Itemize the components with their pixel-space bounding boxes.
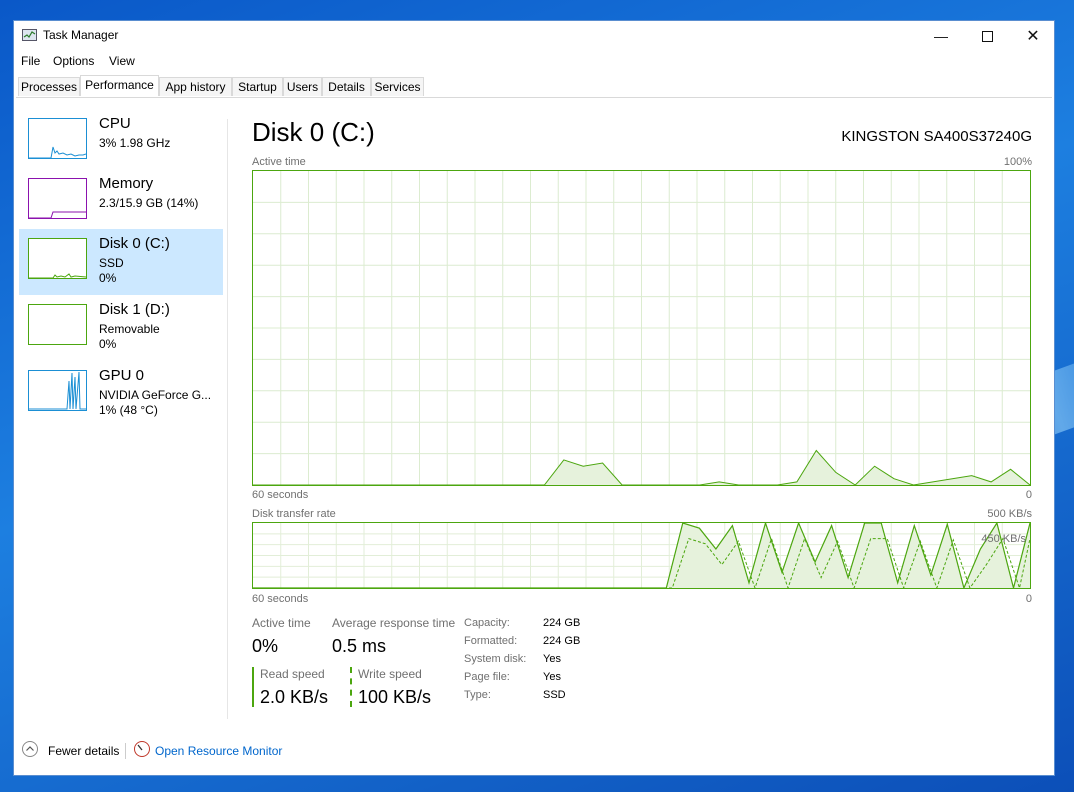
avg-response-label: Average response time <box>332 616 456 630</box>
sidebar-cpu-line1: 3% 1.98 GHz <box>99 136 171 150</box>
sidebar-item-gpu-0[interactable]: GPU 0 NVIDIA GeForce G... 1% (48 °C) <box>19 361 223 427</box>
sidebar-item-disk-0[interactable]: Disk 0 (C:) SSD 0% <box>19 229 223 295</box>
sidebar-disk1-line2: 0% <box>99 337 117 351</box>
transfer-graph-time: 60 seconds <box>252 593 309 605</box>
active-time-graph-label: Active time <box>252 156 306 168</box>
memory-thumbnail-graph <box>28 178 87 219</box>
active-time-graph-min: 0 <box>1025 489 1032 501</box>
page-file-value: Yes <box>543 671 561 683</box>
sidebar-disk1-name: Disk 1 (D:) <box>99 301 170 318</box>
write-speed-value: 100 KB/s <box>358 687 432 707</box>
cpu-thumbnail-graph <box>28 118 87 159</box>
read-speed-label: Read speed <box>260 667 325 681</box>
sidebar-disk0-name: Disk 0 (C:) <box>99 235 170 252</box>
page-file-label: Page file: <box>464 671 510 683</box>
write-speed-legend-bar <box>350 667 352 707</box>
capacity-value: 224 GB <box>543 617 581 629</box>
read-speed-legend-bar <box>252 667 254 707</box>
sidebar-gpu-line2: 1% (48 °C) <box>99 403 158 417</box>
tab-users[interactable]: Users <box>283 77 322 96</box>
gpu-thumbnail-graph <box>28 370 87 411</box>
fewer-details-chevron-icon[interactable] <box>22 741 38 757</box>
sidebar-item-disk-1[interactable]: Disk 1 (D:) Removable 0% <box>19 295 223 361</box>
transfer-graph-label: Disk transfer rate <box>252 508 336 520</box>
sidebar-gpu-name: GPU 0 <box>99 367 145 384</box>
system-disk-value: Yes <box>543 653 561 665</box>
active-time-graph <box>252 170 1031 486</box>
disk-model: KINGSTON SA400S37240G <box>841 128 1032 145</box>
open-resource-monitor-link[interactable]: Open Resource Monitor <box>155 744 282 758</box>
tab-performance[interactable]: Performance <box>80 75 159 96</box>
window-title: Task Manager <box>43 28 119 42</box>
maximize-icon <box>981 30 993 42</box>
tab-services[interactable]: Services <box>371 77 424 96</box>
title-bar: Task Manager — ✕ <box>14 21 1054 51</box>
active-time-chart <box>253 171 1031 486</box>
tab-strip: Processes Performance App history Startu… <box>16 75 1052 98</box>
type-value: SSD <box>543 689 566 701</box>
minimize-icon: — <box>934 28 948 44</box>
sidebar-item-memory[interactable]: Memory 2.3/15.9 GB (14%) <box>19 169 223 235</box>
read-speed-value: 2.0 KB/s <box>260 687 329 707</box>
maximize-button[interactable] <box>964 21 1010 51</box>
disk0-thumbnail-graph <box>28 238 87 279</box>
type-label: Type: <box>464 689 491 701</box>
formatted-value: 224 GB <box>543 635 581 647</box>
transfer-graph-mid: 450 KB/s <box>981 533 1026 545</box>
menu-options[interactable]: Options <box>53 54 94 68</box>
sidebar-disk1-line1: Removable <box>99 322 160 336</box>
sidebar-disk0-line1: SSD <box>99 256 124 270</box>
tab-app-history[interactable]: App history <box>159 77 232 96</box>
transfer-graph-min: 0 <box>1025 593 1032 605</box>
active-time-graph-max: 100% <box>1003 156 1032 168</box>
transfer-rate-chart <box>253 520 1031 590</box>
system-disk-label: System disk: <box>464 653 527 665</box>
active-time-graph-time: 60 seconds <box>252 489 309 501</box>
menu-bar: File Options View <box>14 51 1054 71</box>
menu-file[interactable]: File <box>21 54 40 68</box>
sidebar-gpu-line1: NVIDIA GeForce G... <box>99 388 212 402</box>
resource-monitor-icon[interactable] <box>134 741 150 757</box>
menu-view[interactable]: View <box>109 54 135 68</box>
sidebar-divider <box>227 119 228 719</box>
active-time-label: Active time <box>252 616 311 630</box>
disk1-thumbnail-graph <box>28 304 87 345</box>
task-manager-window: Task Manager — ✕ File Options View Proce… <box>13 20 1055 776</box>
formatted-label: Formatted: <box>464 635 518 647</box>
minimize-button[interactable]: — <box>918 21 964 51</box>
tab-processes[interactable]: Processes <box>18 77 80 96</box>
close-button[interactable]: ✕ <box>1010 21 1056 51</box>
disk-detail-pane: Disk 0 (C:) KINGSTON SA400S37240G Active… <box>252 117 1032 717</box>
transfer-rate-graph: 450 KB/s <box>252 520 1031 590</box>
sidebar-disk0-line2: 0% <box>99 271 117 285</box>
transfer-graph-max: 500 KB/s <box>987 508 1032 520</box>
page-title: Disk 0 (C:) <box>252 117 375 147</box>
task-manager-icon <box>22 29 37 41</box>
footer-bar: Fewer details Open Resource Monitor <box>14 735 1054 765</box>
sidebar-memory-name: Memory <box>99 175 154 192</box>
close-icon: ✕ <box>1026 28 1040 45</box>
fewer-details-link[interactable]: Fewer details <box>48 744 119 758</box>
tab-startup[interactable]: Startup <box>232 77 283 96</box>
write-speed-label: Write speed <box>358 667 422 681</box>
capacity-label: Capacity: <box>464 617 510 629</box>
sidebar-memory-line1: 2.3/15.9 GB (14%) <box>99 196 199 210</box>
sidebar-cpu-name: CPU <box>99 115 131 132</box>
tab-details[interactable]: Details <box>322 77 371 96</box>
active-time-value: 0% <box>252 636 279 656</box>
footer-separator <box>125 743 126 759</box>
sidebar-item-cpu[interactable]: CPU 3% 1.98 GHz <box>19 109 223 175</box>
performance-sidebar: CPU 3% 1.98 GHz Memory 2.3/15.9 GB (14%)… <box>14 99 228 729</box>
avg-response-value: 0.5 ms <box>332 636 387 656</box>
